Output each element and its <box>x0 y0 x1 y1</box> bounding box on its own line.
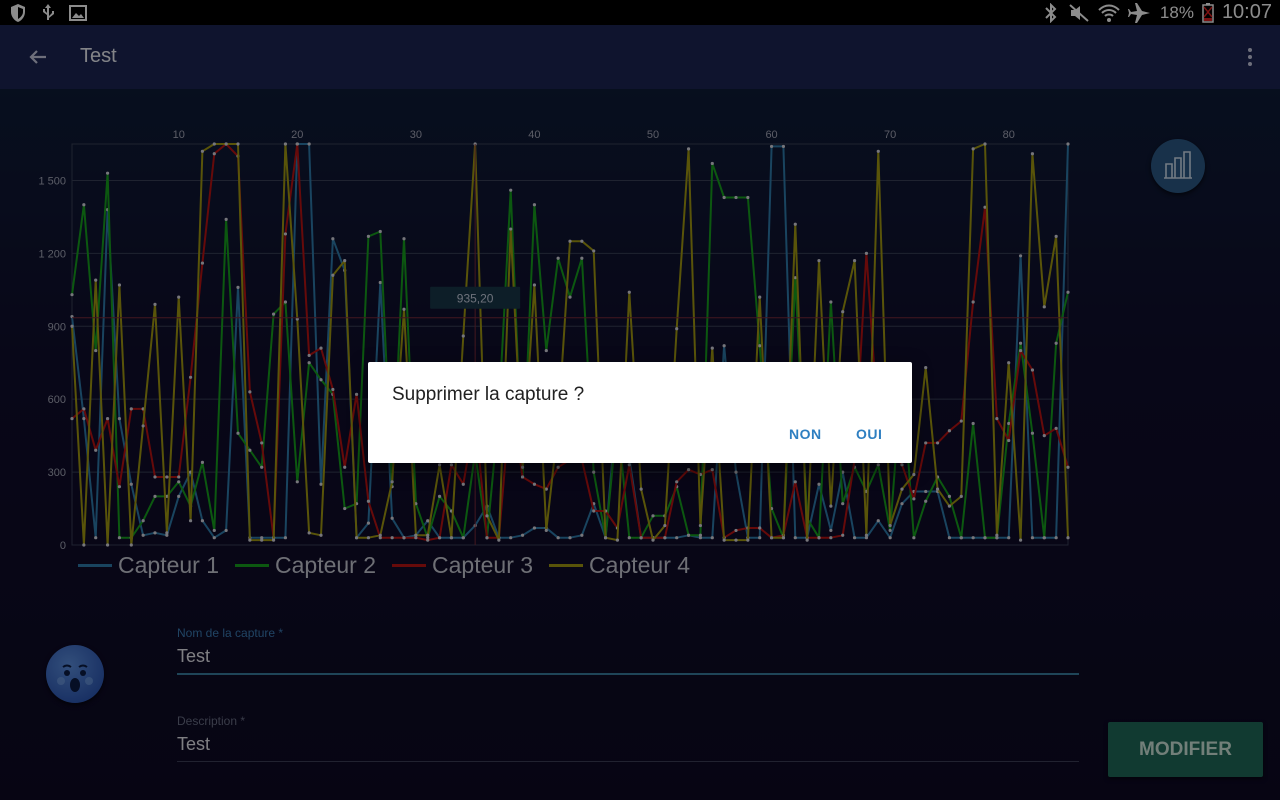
yes-button[interactable]: OUI <box>856 426 882 442</box>
dialog-message: Supprimer la capture ? <box>392 384 585 405</box>
delete-confirm-dialog: Supprimer la capture ? NON OUI <box>368 362 912 463</box>
no-button[interactable]: NON <box>789 426 822 442</box>
